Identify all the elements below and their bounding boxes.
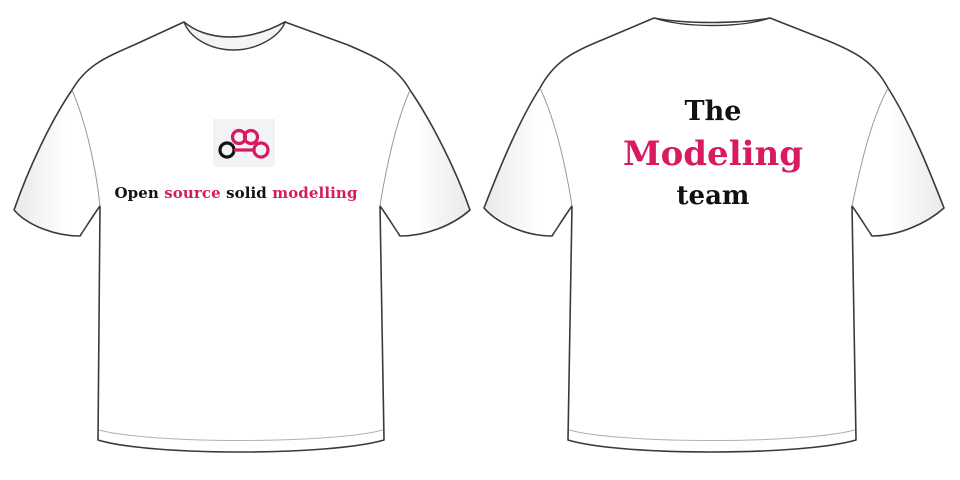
slogan-word-modelling: modelling bbox=[272, 184, 358, 202]
back-text-team: team bbox=[676, 181, 750, 211]
tshirt-outlines bbox=[13, 17, 945, 453]
slogan-word-source: source bbox=[164, 184, 221, 202]
tshirt-mockup: Open source solid modelling The Modeling… bbox=[0, 0, 960, 480]
back-text-the: The bbox=[684, 96, 742, 127]
linked-rings-logo-icon bbox=[213, 119, 275, 167]
slogan-word-solid: solid bbox=[226, 184, 267, 202]
slogan-word-open: Open bbox=[114, 184, 159, 202]
back-text-modeling: Modeling bbox=[622, 134, 804, 174]
front-shirt bbox=[13, 20, 471, 453]
back-shirt-body bbox=[483, 17, 945, 453]
front-shirt-body bbox=[13, 21, 471, 453]
back-shirt bbox=[483, 17, 945, 453]
front-slogan: Open source solid modelling bbox=[100, 184, 372, 202]
